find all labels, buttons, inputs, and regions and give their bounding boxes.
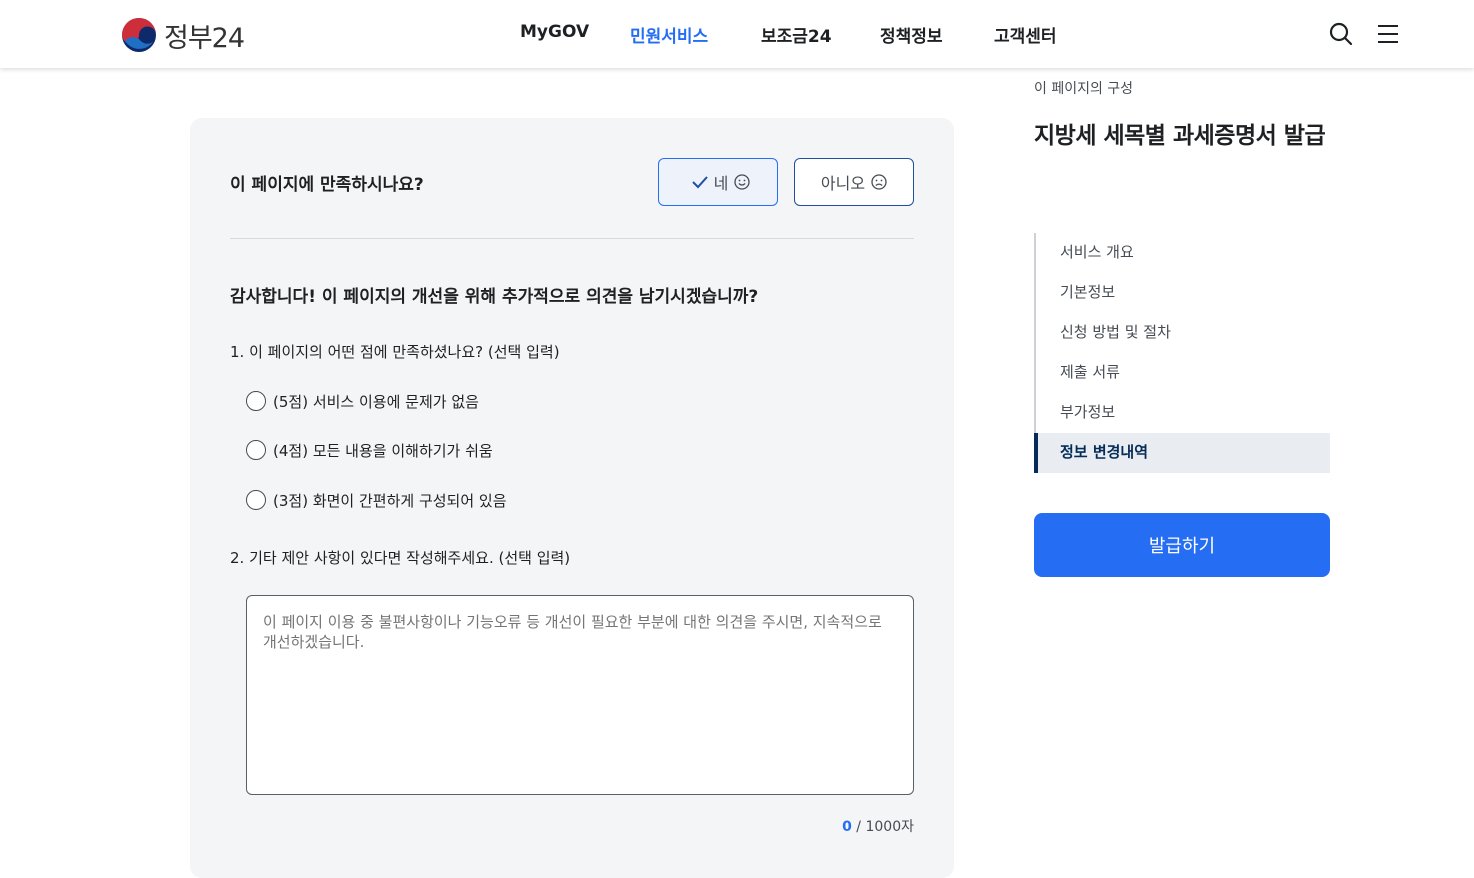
smile-icon <box>734 174 751 190</box>
radio-circle[interactable] <box>246 490 266 510</box>
radio-option-4[interactable]: (4점) 모든 내용을 이해하기가 쉬움 <box>246 439 493 461</box>
feedback-card: 이 페이지에 만족하시나요? 네 아니오 감사합니다! 이 페이지의 개선을 위… <box>190 118 954 878</box>
no-button[interactable]: 아니오 <box>794 158 914 206</box>
menu-icon[interactable] <box>1374 20 1402 48</box>
char-counter: 0 / 1000자 <box>842 816 914 836</box>
satisfaction-question: 이 페이지에 만족하시나요? <box>230 175 424 195</box>
toc-application-method[interactable]: 신청 방법 및 절차 <box>1036 313 1330 353</box>
nav-policy-info[interactable]: 정책정보 <box>880 22 943 47</box>
radio-circle[interactable] <box>246 391 266 411</box>
followup-heading: 감사합니다! 이 페이지의 개선을 위해 추가적으로 의견을 남기시겠습니까? <box>230 287 759 307</box>
yes-button[interactable]: 네 <box>658 158 778 206</box>
toc-change-history[interactable]: 정보 변경내역 <box>1034 433 1330 473</box>
search-icon[interactable] <box>1327 20 1355 48</box>
page-toc: 서비스 개요 기본정보 신청 방법 및 절차 제출 서류 부가정보 정보 변경내… <box>1034 233 1330 473</box>
suggestion-textarea[interactable] <box>246 595 914 795</box>
radio-option-5[interactable]: (5점) 서비스 이용에 문제가 없음 <box>246 390 479 412</box>
divider <box>230 238 914 239</box>
radio-label: (5점) 서비스 이용에 문제가 없음 <box>273 392 479 411</box>
radio-label: (3점) 화면이 간편하게 구성되어 있음 <box>273 491 507 510</box>
question-2: 2. 기타 제안 사항이 있다면 작성해주세요. (선택 입력) <box>230 549 571 567</box>
question-1: 1. 이 페이지의 어떤 점에 만족하셨나요? (선택 입력) <box>230 343 560 361</box>
char-count-current: 0 <box>842 819 852 835</box>
check-icon <box>691 176 708 189</box>
yes-label: 네 <box>713 174 729 193</box>
toc-additional-info[interactable]: 부가정보 <box>1036 393 1330 433</box>
toc-documents[interactable]: 제출 서류 <box>1036 353 1330 393</box>
radio-label: (4점) 모든 내용을 이해하기가 쉬움 <box>273 441 493 460</box>
nav-mygov[interactable]: MyGOV <box>520 22 589 42</box>
char-count-max: / 1000자 <box>851 819 914 835</box>
site-header: 정부24 MyGOV 민원서비스 보조금24 정책정보 고객센터 <box>0 0 1474 68</box>
toc-service-overview[interactable]: 서비스 개요 <box>1036 233 1330 273</box>
page-structure-caption: 이 페이지의 구성 <box>1034 81 1134 97</box>
toc-basic-info[interactable]: 기본정보 <box>1036 273 1330 313</box>
radio-circle[interactable] <box>246 440 266 460</box>
nav-customer-center[interactable]: 고객센터 <box>994 22 1057 47</box>
frown-icon <box>871 174 887 190</box>
service-title: 지방세 세목별 과세증명서 발급 <box>1034 123 1326 149</box>
nav-subsidy24[interactable]: 보조금24 <box>761 22 832 47</box>
no-label: 아니오 <box>820 174 866 193</box>
issue-button[interactable]: 발급하기 <box>1034 513 1330 577</box>
radio-option-3[interactable]: (3점) 화면이 간편하게 구성되어 있음 <box>246 489 507 511</box>
main-nav: MyGOV 민원서비스 보조금24 정책정보 고객센터 <box>0 22 1474 48</box>
nav-civil-services[interactable]: 민원서비스 <box>630 22 708 47</box>
